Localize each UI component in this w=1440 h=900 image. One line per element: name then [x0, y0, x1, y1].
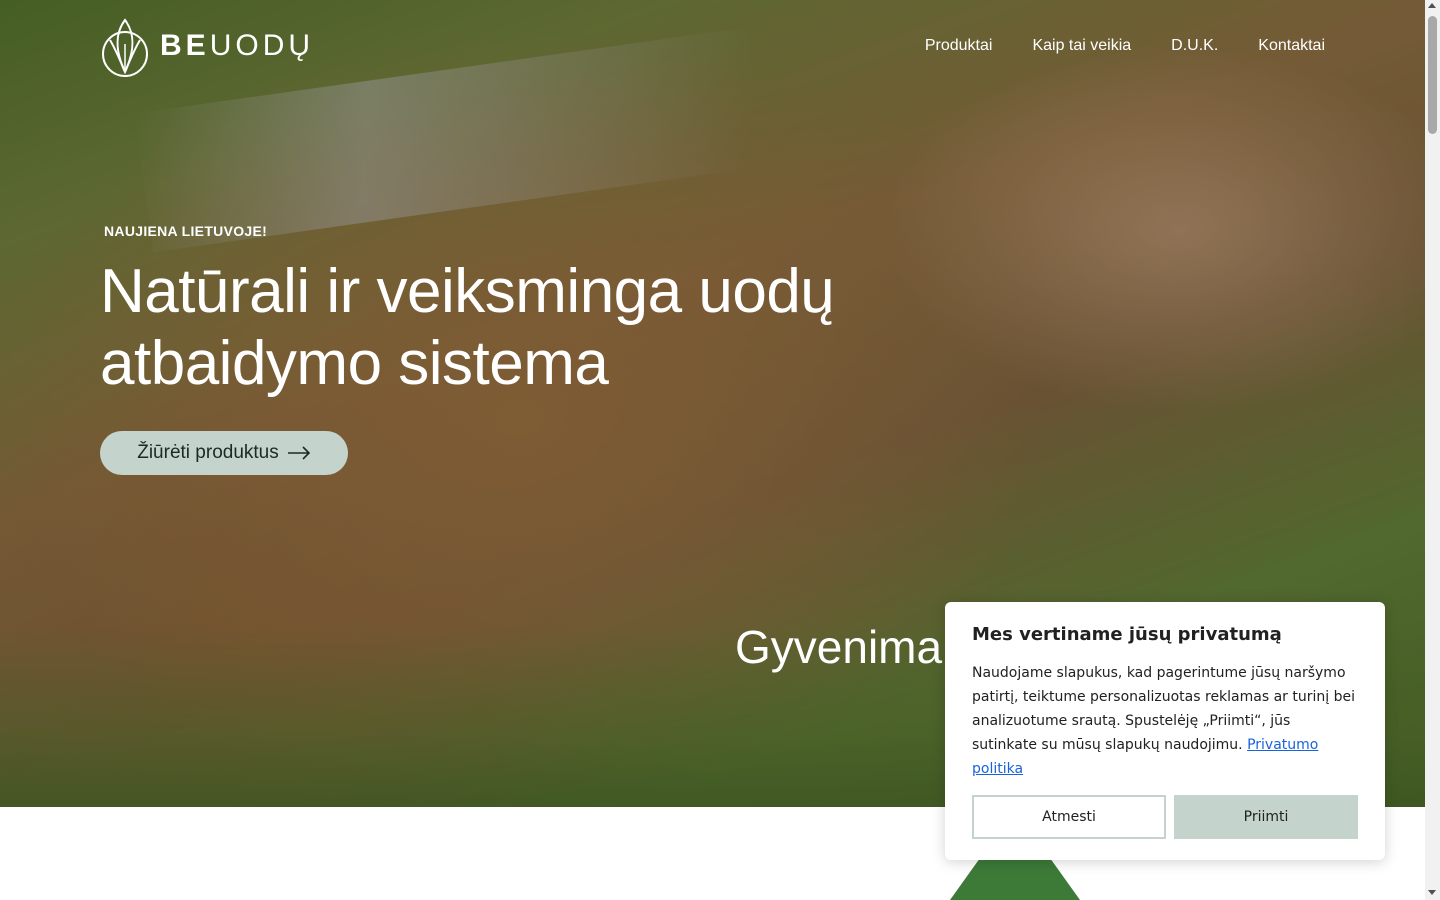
scroll-down-arrow-icon[interactable] — [1428, 890, 1436, 895]
nav-item-duk[interactable]: D.U.K. — [1171, 37, 1218, 55]
product-image-partial — [950, 860, 1080, 900]
arrow-right-icon — [287, 446, 310, 460]
hero-tagline: Gyvenima — [735, 621, 943, 673]
hero-headline: Natūrali ir veiksminga uodų atbaidymo si… — [100, 257, 835, 398]
view-products-label: Žiūrėti produktus — [137, 442, 279, 463]
cookie-title: Mes vertiname jūsų privatumą — [972, 624, 1282, 645]
logo-text: BEUODŲ — [160, 29, 314, 63]
nav-item-kontaktai[interactable]: Kontaktai — [1258, 37, 1325, 55]
reject-cookies-button[interactable]: Atmesti — [972, 795, 1166, 839]
nav-item-produktai[interactable]: Produktai — [925, 37, 993, 55]
cookie-buttons: Atmesti Priimti — [972, 795, 1358, 839]
leaf-logo-icon — [102, 18, 148, 77]
hero-eyebrow: NAUJIENA LIETUVOJE! — [104, 223, 268, 239]
view-products-button[interactable]: Žiūrėti produktus — [100, 431, 348, 475]
scroll-up-arrow-icon[interactable] — [1428, 3, 1436, 8]
nav-item-kaip-tai-veikia[interactable]: Kaip tai veikia — [1032, 37, 1131, 55]
logo-text-bold: BE — [160, 29, 210, 62]
cookie-consent-banner: Mes vertiname jūsų privatumą Naudojame s… — [945, 602, 1385, 860]
accept-cookies-button[interactable]: Priimti — [1174, 795, 1358, 839]
logo-text-rest: UODŲ — [209, 29, 315, 62]
vertical-scrollbar[interactable] — [1425, 0, 1440, 900]
main-nav: Produktai Kaip tai veikia D.U.K. Kontakt… — [925, 37, 1325, 55]
cookie-text: Naudojame slapukus, kad pagerintume jūsų… — [972, 661, 1358, 781]
logo[interactable]: BEUODŲ — [100, 14, 314, 78]
scrollbar-thumb[interactable] — [1428, 16, 1437, 134]
